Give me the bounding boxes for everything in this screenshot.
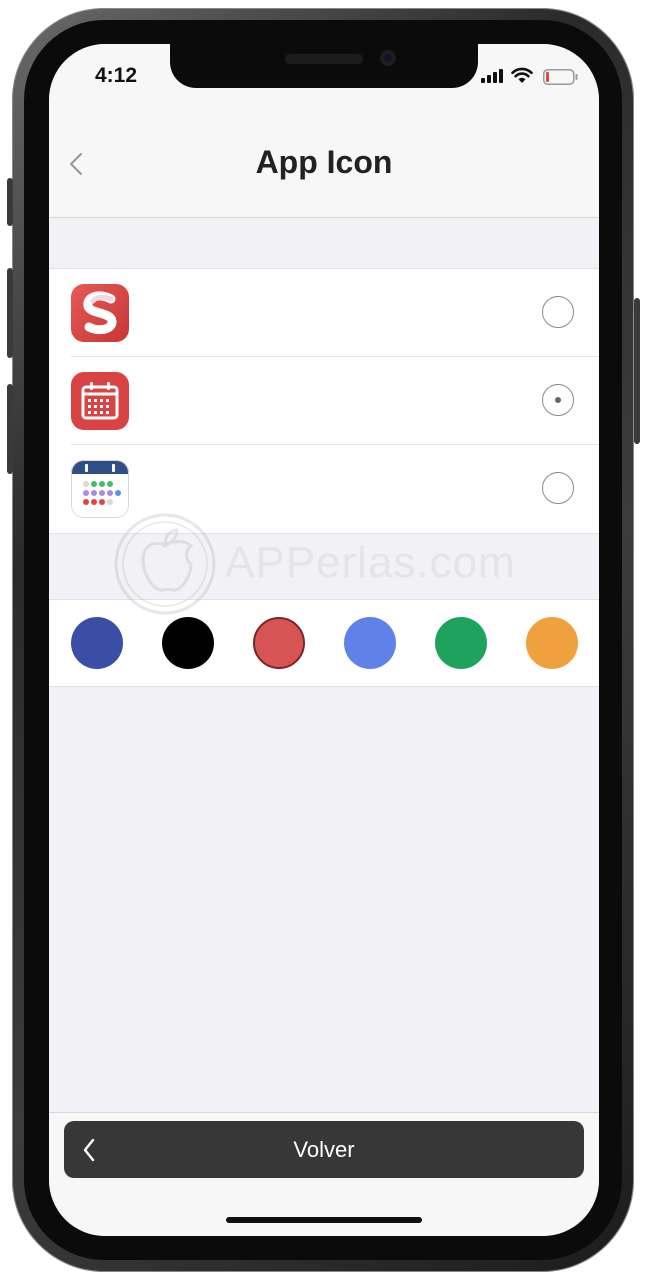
watermark-text: APPerlas.com <box>225 538 516 587</box>
speaker-grille <box>285 54 363 64</box>
wifi-icon <box>511 67 533 83</box>
radio-selected-dot <box>555 397 561 403</box>
phone-screen: 4:12 App Icon APPerlas.com Volver <box>49 44 599 1236</box>
home-indicator[interactable] <box>226 1217 422 1223</box>
color-swatch-green[interactable] <box>435 617 487 669</box>
power-button <box>634 298 640 444</box>
icon-radio-button-selected[interactable] <box>542 384 574 416</box>
white-calendar-app-icon <box>71 460 129 518</box>
color-swatch-red[interactable] <box>253 617 305 669</box>
color-swatch-black[interactable] <box>162 617 214 669</box>
watermark: APPerlas.com <box>113 512 543 616</box>
front-camera <box>380 50 396 66</box>
icon-radio-button[interactable] <box>542 296 574 328</box>
page-title: App Icon <box>255 144 393 180</box>
apple-logo-icon <box>114 513 216 615</box>
volume-down-button <box>7 384 13 474</box>
volume-up-button <box>7 268 13 358</box>
color-swatch-navy[interactable] <box>71 617 123 669</box>
phone-notch <box>170 44 478 88</box>
red-s-app-icon <box>71 284 129 342</box>
battery-icon <box>543 69 578 85</box>
icon-radio-button[interactable] <box>542 472 574 504</box>
silent-switch <box>7 178 13 226</box>
status-time: 4:12 <box>95 64 138 87</box>
app-icon-options-list <box>49 268 599 534</box>
color-swatch-blue[interactable] <box>344 617 396 669</box>
list-item[interactable] <box>49 269 599 357</box>
red-calendar-app-icon <box>71 372 129 430</box>
signal-icon <box>481 69 503 83</box>
volver-button-label: Volver <box>293 1137 355 1162</box>
navigation-bar: App Icon <box>49 114 599 218</box>
color-swatch-orange[interactable] <box>526 617 578 669</box>
volver-button[interactable]: Volver <box>64 1121 584 1178</box>
list-item[interactable] <box>49 357 599 445</box>
